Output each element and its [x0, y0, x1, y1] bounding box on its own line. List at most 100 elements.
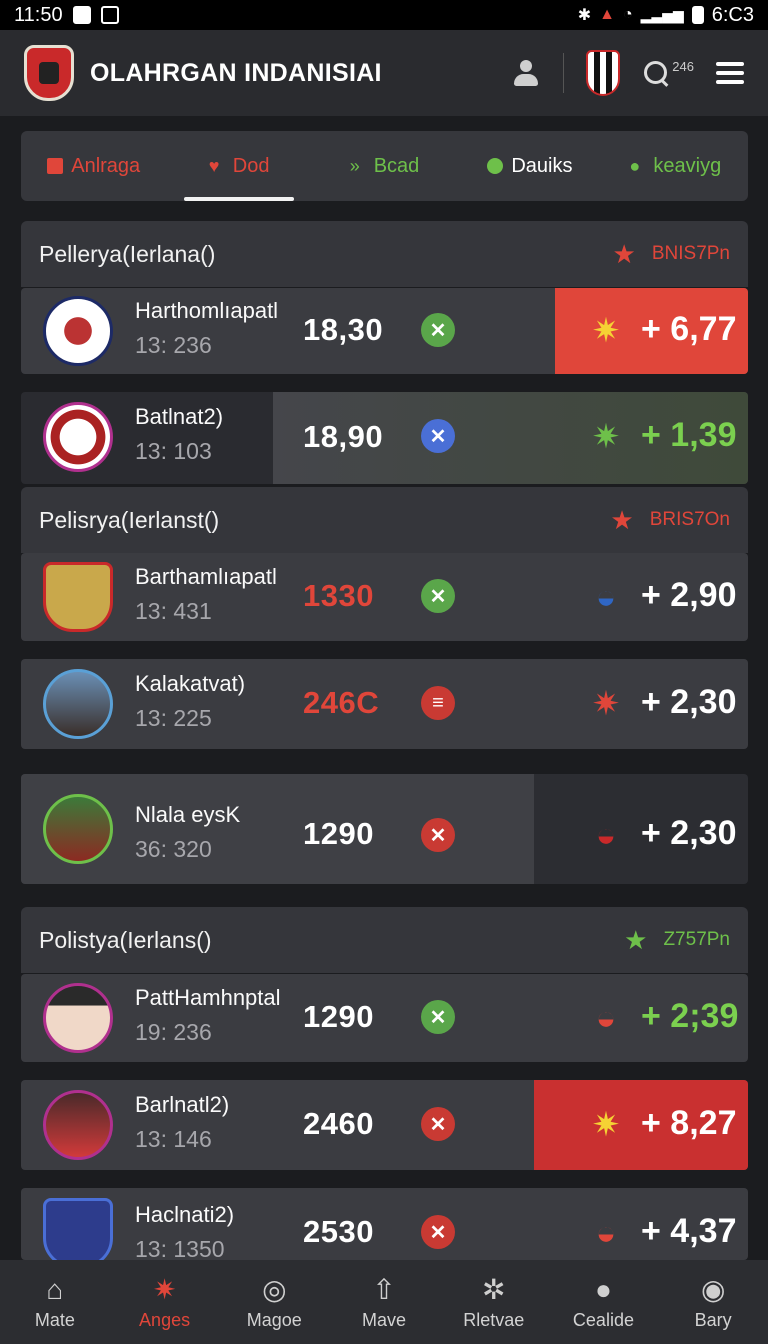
avatar	[43, 1198, 113, 1260]
app-title: OLAHRGAN INDANISIAI	[90, 58, 382, 87]
house-upload-icon: ⇧	[372, 1273, 396, 1305]
player-name: Kalakatvat)	[135, 671, 246, 696]
menu-icon[interactable]	[716, 62, 744, 84]
header-divider	[563, 53, 565, 93]
home-icon: ⌂	[46, 1273, 64, 1305]
helmet-icon: ◒	[595, 999, 617, 1037]
player-row[interactable]: Batlnat2) 13: 103 18,90 ✕ ✷ + 1,39	[21, 392, 748, 484]
battery-icon	[691, 6, 704, 24]
club-logo[interactable]	[24, 45, 74, 101]
player-name: Nlala eysK	[135, 802, 241, 827]
avatar	[43, 669, 113, 739]
tab-keaviyg[interactable]: ● keaviyg	[603, 131, 748, 201]
player-name: Batlnat2)	[135, 404, 224, 429]
check-icon[interactable]: ✕	[421, 579, 455, 613]
nav-bary[interactable]: ◉ Bary	[658, 1274, 768, 1331]
player-delta: + 2;39	[641, 997, 739, 1035]
star-badge-icon: ✷	[591, 418, 621, 456]
player-delta: + 2,30	[641, 683, 737, 721]
close-icon[interactable]: ✕	[421, 1215, 455, 1249]
search-gear-icon: ✲	[482, 1273, 506, 1305]
player-row[interactable]: PattHamhnptal 19: 236 1290 ✕ ◒ + 2;39	[21, 974, 748, 1062]
player-row[interactable]: Barthamlıapatl 13: 431 1330 ✕ ◒ + 2,90	[21, 553, 748, 641]
player-name: Barlnatl2)	[135, 1092, 230, 1117]
square-icon	[100, 6, 119, 24]
notification-icon	[72, 6, 91, 24]
nav-rletvae[interactable]: ✲ Rletvae	[439, 1274, 549, 1331]
nav-mate[interactable]: ⌂ Mate	[0, 1274, 110, 1331]
status-time-left: 11:50	[14, 3, 63, 26]
section-header: Pelisrya(Ierlanst() ★ BRIS7On	[21, 487, 748, 553]
player-score: 2460	[303, 1106, 374, 1141]
nav-label: Mate	[34, 1309, 75, 1330]
minus-icon[interactable]: ≡	[421, 686, 455, 720]
wifi-icon: ◔	[623, 6, 633, 23]
heart-badge-icon	[487, 158, 504, 174]
team-crest-icon[interactable]	[586, 50, 621, 96]
close-icon[interactable]: ✕	[421, 419, 455, 453]
player-score: 246C	[303, 685, 380, 720]
tab-label: Bcad	[373, 154, 420, 177]
star-icon[interactable]: ★	[613, 241, 636, 267]
avatar	[43, 794, 113, 864]
tab-dauiks[interactable]: Dauiks	[457, 131, 602, 201]
nav-anges[interactable]: ✷ Anges	[110, 1274, 220, 1331]
player-row[interactable]: Barlnatl2) 13: 146 2460 ✕ ✷ + 8,27	[21, 1080, 748, 1170]
tab-label: Dod	[232, 154, 270, 177]
player-row[interactable]: Nlala eysK 36: 320 1290 ✕ ◒ + 2,30	[21, 774, 748, 884]
tab-label: keaviyg	[653, 154, 722, 177]
player-delta: + 4,37	[641, 1212, 737, 1250]
tab-dod[interactable]: ♥ Dod	[166, 131, 311, 201]
section-title: Pelisrya(Ierlanst()	[39, 506, 220, 533]
close-icon[interactable]: ✕	[421, 818, 455, 852]
nav-label: Anges	[139, 1309, 191, 1330]
section-header: Polistya(Ierlans() ★ Z757Pn	[21, 907, 748, 973]
tab-bcad[interactable]: » Bcad	[312, 131, 457, 201]
search-icon	[642, 59, 670, 87]
avatar	[43, 983, 113, 1053]
player-name: Barthamlıapatl	[135, 564, 277, 589]
player-stat: 19: 236	[135, 1019, 212, 1045]
nav-label: Mave	[362, 1309, 407, 1330]
star-icon[interactable]: ★	[610, 507, 633, 533]
player-stat: 13: 225	[135, 705, 212, 731]
helmet-icon: ◒	[595, 816, 617, 854]
star-burst-icon: ✷	[152, 1273, 177, 1305]
category-tabs: Anlraga ♥ Dod » Bcad Dauiks ● keaviyg	[21, 131, 748, 201]
bottom-nav: ⌂ Mate ✷ Anges ◎ Magoe ⇧ Mave ✲ Rletvae …	[0, 1260, 768, 1344]
chevrons-icon: »	[349, 156, 360, 176]
player-score: 18,90	[303, 419, 384, 454]
check-icon[interactable]: ✕	[421, 1000, 455, 1034]
star-badge-icon: ✷	[591, 312, 621, 350]
star-badge-icon: ✷	[591, 685, 621, 723]
nav-label: Rletvae	[463, 1309, 525, 1330]
nav-mave[interactable]: ⇧ Mave	[329, 1274, 439, 1331]
player-stat: 13: 103	[135, 438, 212, 464]
avatar-icon: ◉	[700, 1273, 726, 1305]
player-row[interactable]: Haclnati2) 13: 1350 2530 ✕ ◒ + 4,37	[21, 1188, 748, 1260]
check-icon[interactable]: ✕	[421, 313, 455, 347]
player-stat: 13: 1350	[135, 1236, 225, 1260]
close-icon[interactable]: ✕	[421, 1107, 455, 1141]
player-row[interactable]: Harthomlıapatl 13: 236 18,30 ✕ ✷ + 6,77	[21, 288, 748, 374]
tab-label: Anlraga	[71, 154, 141, 177]
list-icon	[47, 158, 64, 174]
player-score: 1290	[303, 999, 374, 1034]
section-badge: BRIS7On	[649, 509, 730, 530]
search-button[interactable]: 246	[642, 59, 694, 87]
signal-icon: ▂▃▅▆	[640, 6, 684, 23]
player-delta: + 2,30	[641, 814, 737, 852]
heart-icon: ♥	[208, 156, 220, 176]
status-time-right: 6:C3	[711, 3, 754, 26]
player-stat: 13: 236	[135, 332, 212, 358]
tab-anlraga[interactable]: Anlraga	[21, 131, 166, 201]
user-icon[interactable]	[511, 58, 541, 88]
section-title: Polistya(Ierlans()	[39, 926, 212, 953]
avatar	[43, 562, 113, 632]
star-icon[interactable]: ★	[624, 927, 647, 953]
ball-icon: ◎	[262, 1273, 287, 1305]
player-row[interactable]: Kalakatvat) 13: 225 246C ≡ ✷ + 2,30	[21, 659, 748, 749]
player-score: 2530	[303, 1214, 374, 1249]
nav-cealide[interactable]: ● Cealide	[549, 1274, 659, 1331]
nav-magoe[interactable]: ◎ Magoe	[219, 1274, 329, 1331]
